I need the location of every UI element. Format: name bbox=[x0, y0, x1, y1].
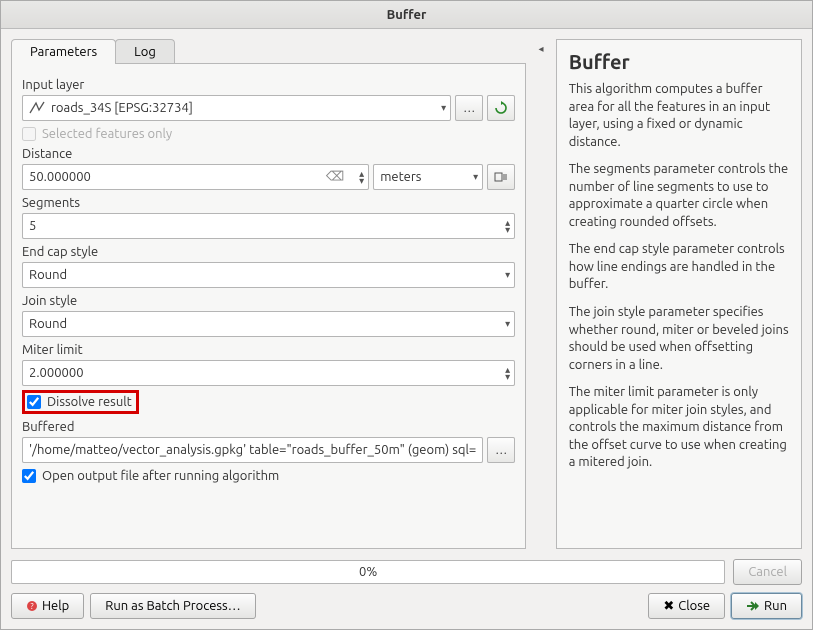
cancel-button: Cancel bbox=[733, 559, 802, 585]
open-after-check[interactable]: Open output file after running algorithm bbox=[22, 469, 515, 483]
help-p3: The end cap style parameter controls how… bbox=[569, 241, 789, 294]
data-defined-button[interactable] bbox=[487, 164, 515, 190]
progress-bar: 0% bbox=[11, 560, 725, 584]
line-layer-icon bbox=[29, 100, 45, 116]
help-title: Buffer bbox=[569, 50, 789, 73]
distance-value: 50.000000 bbox=[29, 170, 91, 184]
buffered-output-input[interactable]: '/home/matteo/vector_analysis.gpkg' tabl… bbox=[22, 437, 483, 463]
close-icon: ✖ bbox=[663, 599, 674, 614]
dissolve-label: Dissolve result bbox=[47, 395, 132, 409]
distance-input[interactable]: 50.000000 ⌫ ▴▾ bbox=[22, 164, 369, 190]
svg-text:?: ? bbox=[30, 602, 33, 611]
distance-units-value: meters bbox=[380, 170, 421, 184]
help-button[interactable]: ? Help bbox=[11, 593, 84, 619]
help-button-label: Help bbox=[42, 599, 69, 613]
chevron-down-icon: ▾ bbox=[505, 318, 510, 330]
parameters-pane: Input layer roads_34S [EPSG:32734] ▾ … bbox=[11, 63, 526, 549]
chevron-down-icon: ▾ bbox=[505, 269, 510, 281]
run-icon bbox=[746, 600, 760, 612]
chevron-down-icon: ▾ bbox=[473, 171, 478, 183]
spinner-icon[interactable]: ▴▾ bbox=[359, 170, 364, 184]
help-p5: The miter limit parameter is only applic… bbox=[569, 384, 789, 472]
open-after-label: Open output file after running algorithm bbox=[42, 469, 279, 483]
help-icon: ? bbox=[26, 600, 38, 612]
joinstyle-combo[interactable]: Round ▾ bbox=[22, 311, 515, 337]
endcap-value: Round bbox=[29, 268, 67, 282]
help-panel: Buffer This algorithm computes a buffer … bbox=[556, 39, 802, 549]
spinner-icon[interactable]: ▴▾ bbox=[505, 219, 510, 233]
titlebar: Buffer bbox=[1, 1, 812, 29]
dialog-body: Parameters Log Input layer roads_34S [EP… bbox=[1, 29, 812, 559]
tab-log[interactable]: Log bbox=[115, 39, 175, 64]
dissolve-check[interactable]: Dissolve result bbox=[27, 395, 132, 409]
dialog-window: Buffer Parameters Log Input layer roads_… bbox=[0, 0, 813, 630]
joinstyle-value: Round bbox=[29, 317, 67, 331]
endcap-combo[interactable]: Round ▾ bbox=[22, 262, 515, 288]
distance-units-combo[interactable]: meters ▾ bbox=[373, 164, 483, 190]
collapse-handle[interactable]: ◂ bbox=[536, 39, 546, 549]
endcap-label: End cap style bbox=[22, 245, 515, 259]
selected-only-checkbox bbox=[22, 127, 36, 141]
help-p2: The segments parameter controls the numb… bbox=[569, 161, 789, 231]
selected-only-label: Selected features only bbox=[42, 127, 172, 141]
clear-icon[interactable]: ⌫ bbox=[326, 170, 344, 185]
spinner-icon[interactable]: ▴▾ bbox=[505, 366, 510, 380]
input-layer-value: roads_34S [EPSG:32734] bbox=[51, 101, 193, 115]
open-after-checkbox[interactable] bbox=[22, 469, 36, 483]
iterate-button[interactable] bbox=[487, 95, 515, 121]
chevron-down-icon: ▾ bbox=[441, 102, 446, 114]
help-p1: This algorithm computes a buffer area fo… bbox=[569, 81, 789, 151]
joinstyle-label: Join style bbox=[22, 294, 515, 308]
footer: 0% Cancel ? Help Run as Batch Process… ✖… bbox=[1, 559, 812, 629]
help-p4: The join style parameter specifies wheth… bbox=[569, 304, 789, 374]
browse-output-button[interactable]: … bbox=[487, 437, 515, 463]
segments-value: 5 bbox=[29, 219, 36, 233]
segments-label: Segments bbox=[22, 196, 515, 210]
miter-input[interactable]: 2.000000 ▴▾ bbox=[22, 360, 515, 386]
dissolve-checkbox[interactable] bbox=[27, 395, 41, 409]
input-layer-combo[interactable]: roads_34S [EPSG:32734] ▾ bbox=[22, 95, 451, 121]
buffered-value: '/home/matteo/vector_analysis.gpkg' tabl… bbox=[29, 443, 476, 457]
selected-only-check: Selected features only bbox=[22, 127, 515, 141]
run-button[interactable]: Run bbox=[731, 593, 802, 619]
miter-label: Miter limit bbox=[22, 343, 515, 357]
distance-label: Distance bbox=[22, 147, 515, 161]
close-button[interactable]: ✖ Close bbox=[648, 593, 725, 619]
input-layer-label: Input layer bbox=[22, 78, 515, 92]
miter-value: 2.000000 bbox=[29, 366, 84, 380]
left-panel: Parameters Log Input layer roads_34S [EP… bbox=[11, 39, 526, 549]
tab-bar: Parameters Log bbox=[11, 39, 526, 64]
close-button-label: Close bbox=[678, 599, 710, 613]
dissolve-highlight: Dissolve result bbox=[22, 390, 139, 414]
segments-input[interactable]: 5 ▴▾ bbox=[22, 213, 515, 239]
run-button-label: Run bbox=[764, 599, 787, 613]
tab-parameters[interactable]: Parameters bbox=[11, 39, 116, 64]
batch-button[interactable]: Run as Batch Process… bbox=[90, 593, 255, 619]
buffered-label: Buffered bbox=[22, 420, 515, 434]
browse-layer-button[interactable]: … bbox=[455, 95, 483, 121]
